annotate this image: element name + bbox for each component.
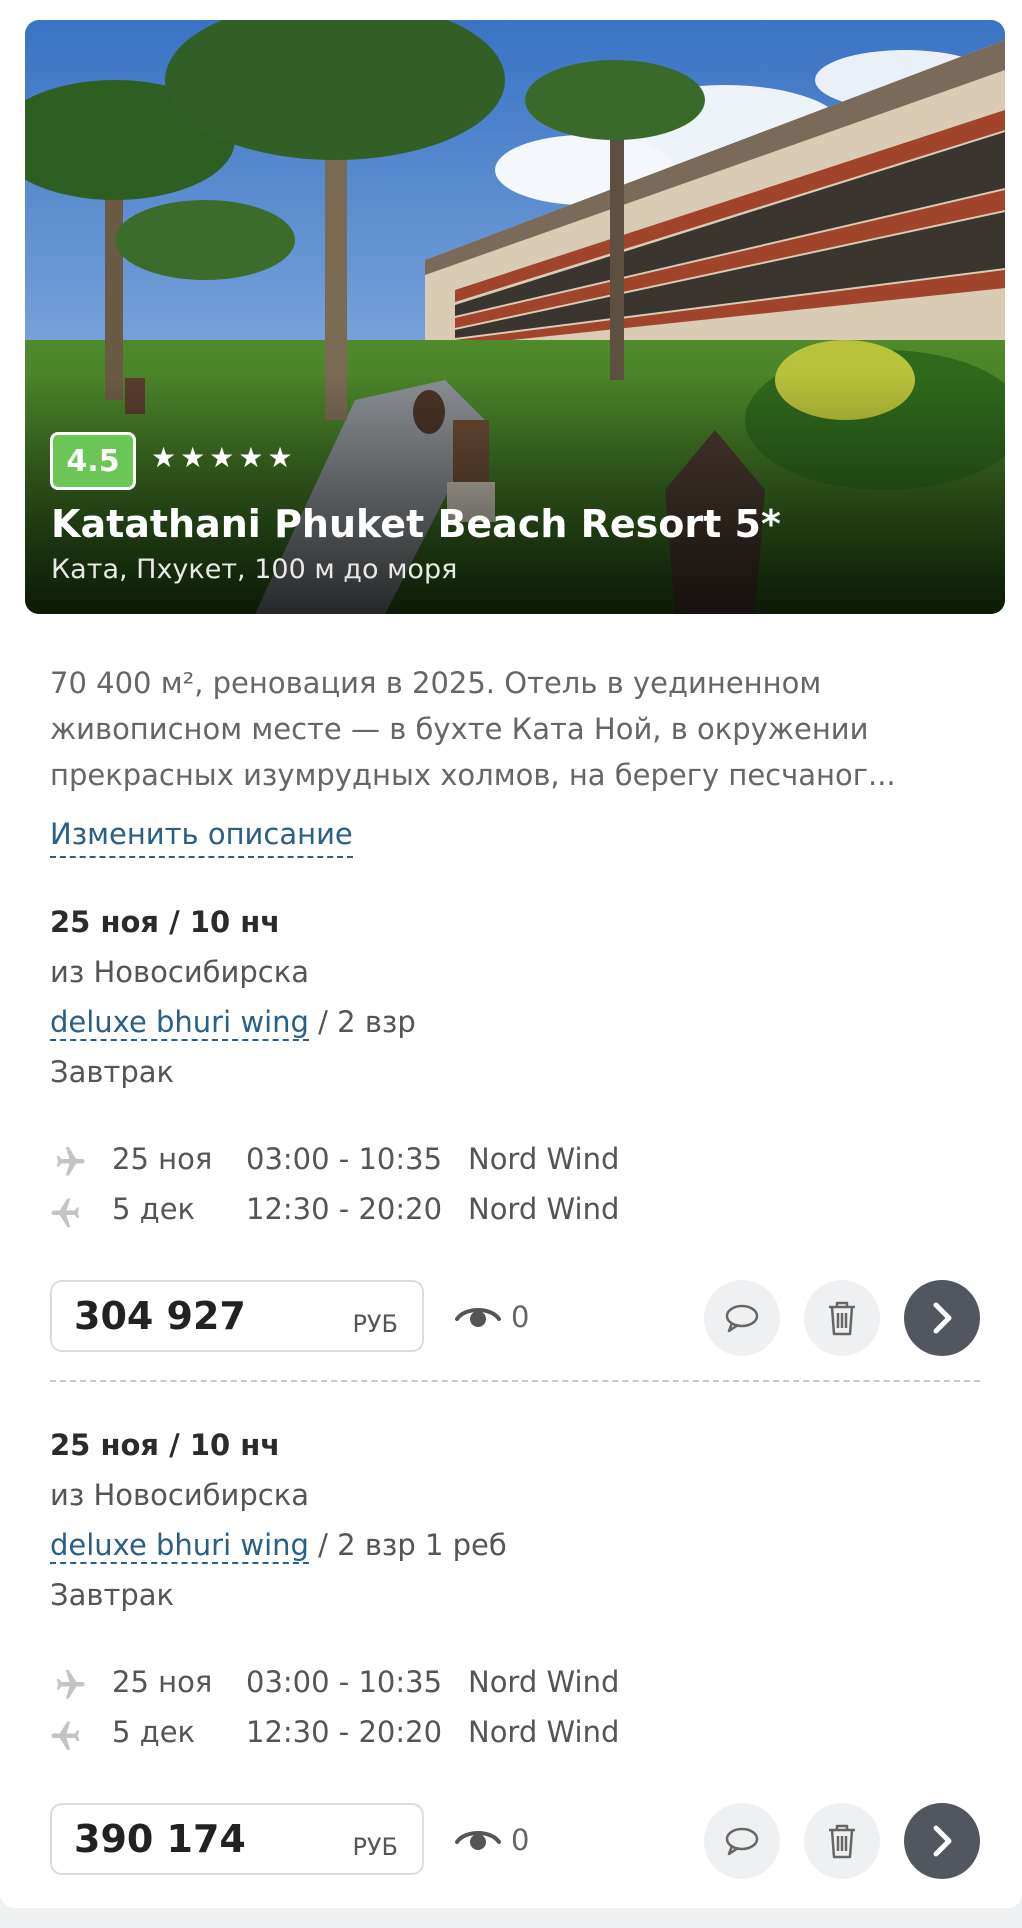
eye-icon — [455, 1831, 501, 1850]
plane-icon — [56, 1670, 85, 1699]
offer-dates: 25 ноя / 10 нч — [50, 905, 281, 939]
comment-button[interactable] — [704, 1280, 780, 1356]
flight-date: 5 дек — [112, 1715, 196, 1749]
next-button[interactable] — [904, 1280, 980, 1356]
flight-date: 25 ноя — [112, 1142, 213, 1176]
rating-badge: 4.5 — [50, 432, 136, 490]
description-line: прекрасных изумрудных холмов, на берегу … — [50, 758, 896, 792]
delete-button[interactable] — [804, 1803, 880, 1879]
offer-divider — [50, 1380, 980, 1382]
offer-dates: 25 ноя / 10 нч — [50, 1428, 281, 1462]
hotel-location: Ката, Пхукет, 100 м до моря — [51, 554, 458, 585]
flight-time: 12:30 - 20:20 — [246, 1192, 443, 1226]
hotel-photo[interactable]: 4.5 ★ ★ ★ ★ ★ Katathani Phuket Beach Res… — [25, 20, 1005, 614]
hotel-card: 4.5 ★ ★ ★ ★ ★ Katathani Phuket Beach Res… — [0, 0, 1022, 1908]
description-line: 70 400 м², реновация в 2025. Отель в уед… — [50, 666, 822, 700]
delete-button[interactable] — [804, 1280, 880, 1356]
description-line: живописном месте — в бухте Ката Ной, в о… — [50, 712, 869, 746]
price-value: 390 174 — [74, 1817, 246, 1861]
offer-departure: из Новосибирска — [50, 955, 310, 989]
offer-departure: из Новосибирска — [50, 1478, 310, 1512]
plane-icon — [56, 1147, 85, 1176]
views-count: 0 — [511, 1300, 530, 1334]
offer-room: deluxe bhuri wing / 2 взр — [50, 1005, 416, 1041]
flight-date: 25 ноя — [112, 1665, 213, 1699]
views-counter: 0 — [455, 1820, 529, 1860]
chevron-right-icon — [933, 1825, 952, 1857]
plane-icon — [51, 1721, 80, 1750]
price-box[interactable]: 390 174 РУБ — [50, 1803, 424, 1875]
star-icon: ★ — [151, 441, 177, 474]
flight-airline: Nord Wind — [468, 1665, 620, 1699]
trash-icon — [829, 1301, 855, 1336]
flight-time: 03:00 - 10:35 — [246, 1142, 443, 1176]
views-count: 0 — [511, 1823, 530, 1857]
price-currency: РУБ — [352, 1833, 398, 1861]
star-rating: ★ ★ ★ ★ ★ — [151, 440, 293, 476]
offer-item: 25 ноя / 10 нч из Новосибирска deluxe bh… — [50, 1428, 980, 1928]
price-value: 304 927 — [74, 1294, 246, 1338]
offer-meal: Завтрак — [50, 1578, 175, 1612]
price-currency: РУБ — [352, 1310, 398, 1338]
plane-icon — [51, 1198, 80, 1227]
flight-airline: Nord Wind — [468, 1192, 620, 1226]
star-icon: ★ — [180, 441, 206, 474]
room-type-link[interactable]: deluxe bhuri wing — [50, 1528, 309, 1564]
offer-meal: Завтрак — [50, 1055, 175, 1089]
comment-icon — [725, 1827, 759, 1856]
offer-guests: / 2 взр 1 реб — [318, 1528, 507, 1562]
room-type-link[interactable]: deluxe bhuri wing — [50, 1005, 309, 1041]
comment-button[interactable] — [704, 1803, 780, 1879]
flight-date: 5 дек — [112, 1192, 196, 1226]
flight-time: 03:00 - 10:35 — [246, 1665, 443, 1699]
star-icon: ★ — [238, 441, 264, 474]
offer-guests: / 2 взр — [318, 1005, 416, 1039]
next-button[interactable] — [904, 1803, 980, 1879]
edit-description-link[interactable]: Изменить описание — [50, 816, 353, 858]
star-icon: ★ — [267, 441, 293, 474]
flight-time: 12:30 - 20:20 — [246, 1715, 443, 1749]
eye-icon — [455, 1308, 501, 1327]
offer-room: deluxe bhuri wing / 2 взр 1 реб — [50, 1528, 507, 1564]
hotel-description: 70 400 м², реновация в 2025. Отель в уед… — [50, 660, 980, 798]
star-icon: ★ — [209, 441, 235, 474]
flight-airline: Nord Wind — [468, 1142, 620, 1176]
chevron-right-icon — [933, 1302, 952, 1334]
offer-item: 25 ноя / 10 нч из Новосибирска deluxe bh… — [50, 905, 980, 1405]
price-box[interactable]: 304 927 РУБ — [50, 1280, 424, 1352]
views-counter: 0 — [455, 1297, 529, 1337]
comment-icon — [725, 1304, 759, 1333]
trash-icon — [829, 1824, 855, 1859]
flight-airline: Nord Wind — [468, 1715, 620, 1749]
hotel-name[interactable]: Katathani Phuket Beach Resort 5* — [51, 502, 781, 546]
